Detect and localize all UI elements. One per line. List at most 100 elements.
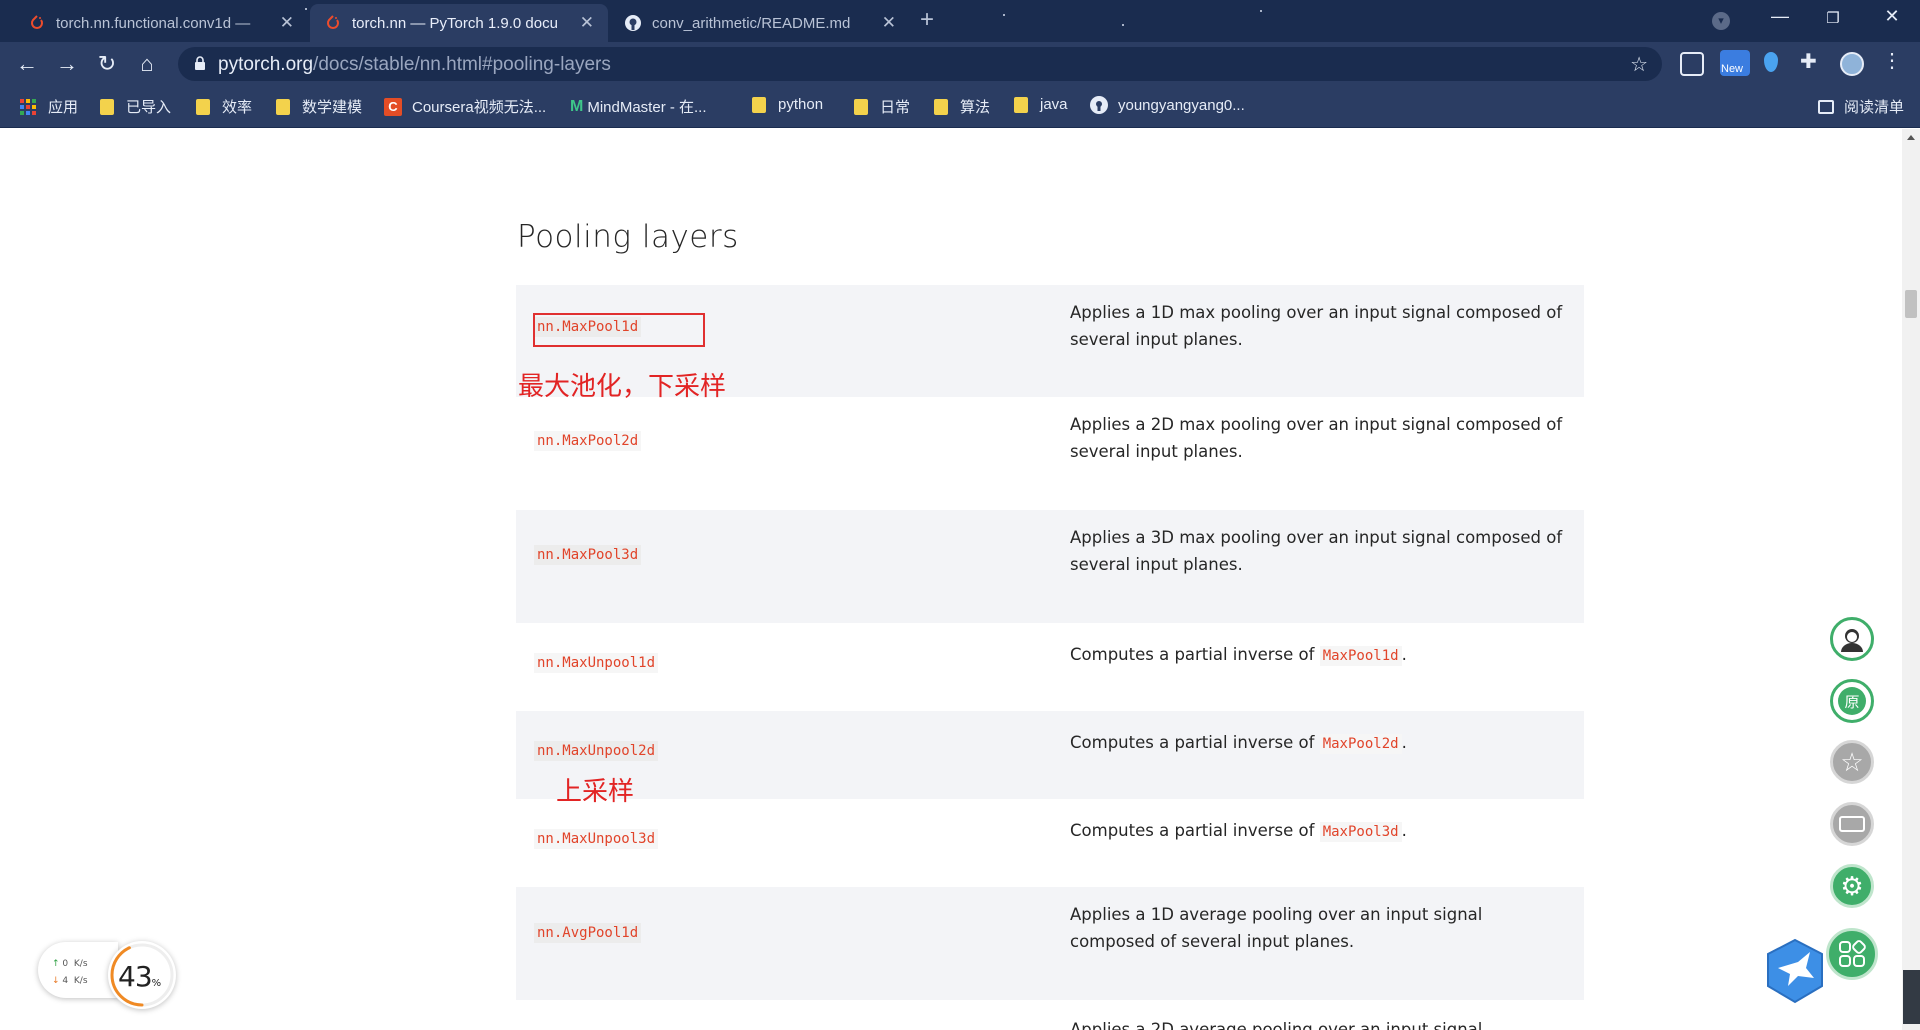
bookmark-label: youngyangyang0... bbox=[1118, 96, 1245, 114]
bookmark-label: 效率 bbox=[222, 99, 253, 116]
original-icon: 原 bbox=[1838, 687, 1866, 715]
folder-icon bbox=[1014, 96, 1028, 113]
settings-button[interactable]: ⚙ bbox=[1830, 864, 1874, 908]
avatar-icon bbox=[1841, 629, 1863, 652]
settings-icon: ⚙ bbox=[1840, 870, 1864, 901]
bookmark-label: 日常 bbox=[880, 99, 911, 116]
bookmark-apps[interactable]: 应用 bbox=[20, 96, 78, 117]
title-bar: torch.nn.functional.conv1d — ✕ torch.nn … bbox=[0, 0, 1920, 42]
scroll-thumb[interactable] bbox=[1905, 290, 1917, 318]
folder-icon bbox=[854, 98, 868, 115]
api-link[interactable]: nn.MaxUnpool3d bbox=[534, 829, 659, 849]
api-ref-link[interactable]: MaxPool3d bbox=[1319, 822, 1402, 842]
bookmark-github[interactable]: youngyangyang0... bbox=[1090, 96, 1245, 114]
profile-avatar[interactable] bbox=[1840, 52, 1864, 76]
table-row: nn.AvgPool1d Applies a 1D average poolin… bbox=[516, 887, 1584, 1000]
incognito-extension-icon[interactable] bbox=[1680, 52, 1704, 76]
tab-torch-nn[interactable]: torch.nn — PyTorch 1.9.0 docu ✕ bbox=[310, 4, 608, 42]
bookmark-label: Coursera视频无法... bbox=[412, 99, 547, 116]
scroll-overlay bbox=[1903, 970, 1920, 1024]
close-icon[interactable]: ✕ bbox=[280, 13, 294, 33]
api-link[interactable]: nn.MaxPool3d bbox=[534, 545, 642, 565]
reading-list-button[interactable]: 阅读清单 bbox=[1817, 96, 1904, 117]
api-link[interactable]: nn.MaxUnpool2d bbox=[534, 741, 659, 761]
memory-gauge[interactable]: 43% bbox=[108, 941, 176, 1009]
back-button[interactable]: ← bbox=[14, 52, 40, 78]
api-ref-link[interactable]: MaxPool2d bbox=[1319, 734, 1402, 754]
bookmarks-bar: 应用 已导入 效率 数学建模 C Coursera视频无法... M MindMas… bbox=[0, 86, 1920, 128]
bookmark-folder[interactable]: 已导入 bbox=[100, 96, 171, 117]
new-extension-icon[interactable]: New bbox=[1720, 50, 1750, 76]
bookmark-folder[interactable]: java bbox=[1014, 96, 1068, 113]
close-icon[interactable]: ✕ bbox=[580, 13, 594, 33]
upload-value: 0 bbox=[62, 959, 69, 969]
close-window-button[interactable]: ✕ bbox=[1872, 6, 1912, 27]
reload-button[interactable]: ↻ bbox=[94, 52, 120, 78]
upload-speed: ↑ 0 K/s bbox=[52, 959, 88, 969]
close-icon[interactable]: ✕ bbox=[882, 13, 896, 33]
apps-icon bbox=[1839, 940, 1866, 967]
highlight-box bbox=[533, 313, 705, 347]
scroll-up-arrow[interactable] bbox=[1907, 135, 1915, 140]
menu-kebab-icon[interactable]: ⋮ bbox=[1880, 48, 1904, 72]
forward-button[interactable]: → bbox=[54, 52, 80, 78]
api-description: Applies a 2D average pooling over an inp… bbox=[1070, 1020, 1483, 1030]
bookmark-star-icon[interactable]: ☆ bbox=[1630, 52, 1648, 77]
tab-conv1d[interactable]: torch.nn.functional.conv1d — ✕ bbox=[14, 4, 308, 42]
api-link[interactable]: nn.AvgPool1d bbox=[534, 923, 642, 943]
home-button[interactable]: ⌂ bbox=[134, 52, 160, 78]
minimize-button[interactable]: — bbox=[1760, 6, 1800, 27]
desc-suffix: . bbox=[1401, 645, 1407, 664]
network-speed-widget[interactable]: ↑ 0 K/s ↓ 4 K/s bbox=[38, 942, 118, 998]
api-ref-link[interactable]: MaxPool1d bbox=[1319, 646, 1402, 666]
droplet-extension-icon[interactable] bbox=[1764, 52, 1778, 72]
download-speed: ↓ 4 K/s bbox=[52, 976, 88, 986]
api-link[interactable]: nn.MaxPool2d bbox=[534, 431, 642, 451]
bird-assistant-icon[interactable] bbox=[1764, 938, 1826, 1004]
new-badge: New bbox=[1721, 63, 1744, 75]
keyboard-button[interactable] bbox=[1830, 802, 1874, 846]
api-description: Computes a partial inverse of MaxPool1d. bbox=[1070, 641, 1570, 670]
annotation-unpool: 上采样 bbox=[556, 777, 635, 807]
bookmark-coursera[interactable]: C Coursera视频无法... bbox=[384, 96, 546, 117]
bookmark-folder[interactable]: 算法 bbox=[934, 96, 990, 117]
table-row: nn.MaxUnpool2d Computes a partial invers… bbox=[516, 711, 1584, 799]
desc-suffix: . bbox=[1401, 821, 1407, 840]
url-path: /docs/stable/nn.html#pooling-layers bbox=[313, 54, 611, 75]
bookmark-label: 已导入 bbox=[126, 99, 172, 116]
folder-icon bbox=[752, 96, 766, 113]
tab-readme[interactable]: conv_arithmetic/README.md ✕ bbox=[610, 4, 910, 42]
user-avatar-button[interactable] bbox=[1830, 617, 1874, 661]
decoration-star bbox=[1122, 24, 1124, 26]
page-scrollbar[interactable] bbox=[1902, 129, 1920, 1030]
bookmark-folder[interactable]: 数学建模 bbox=[276, 96, 362, 117]
speed-unit: K/s bbox=[73, 976, 88, 986]
api-description: Computes a partial inverse of MaxPool2d. bbox=[1070, 729, 1570, 758]
extensions-puzzle-icon[interactable]: ✚ bbox=[1800, 49, 1824, 73]
desc-text: Computes a partial inverse of bbox=[1070, 645, 1315, 664]
folder-icon bbox=[196, 98, 210, 115]
new-tab-button[interactable]: + bbox=[920, 6, 934, 34]
table-row: nn.MaxPool3d Applies a 3D max pooling ov… bbox=[516, 510, 1584, 623]
table-row: nn.MaxPool2d Applies a 2D max pooling ov… bbox=[516, 397, 1584, 510]
lock-icon[interactable] bbox=[194, 56, 206, 70]
tab-search-icon[interactable]: ▾ bbox=[1712, 12, 1730, 30]
address-bar[interactable]: pytorch.org/docs/stable/nn.html#pooling-… bbox=[178, 47, 1662, 81]
pytorch-icon bbox=[28, 14, 46, 32]
apps-button[interactable] bbox=[1826, 928, 1878, 980]
tab-title: torch.nn.functional.conv1d — bbox=[56, 14, 251, 32]
api-description: Applies a 1D max pooling over an input s… bbox=[1070, 303, 1563, 349]
bookmark-folder[interactable]: python bbox=[752, 96, 823, 113]
bookmark-mindmaster[interactable]: M MindMaster - 在... bbox=[570, 96, 707, 117]
original-button[interactable]: 原 bbox=[1830, 679, 1874, 723]
api-description: Applies a 3D max pooling over an input s… bbox=[1070, 528, 1563, 574]
api-link[interactable]: nn.MaxUnpool1d bbox=[534, 653, 659, 673]
favorite-button[interactable]: ☆ bbox=[1830, 740, 1874, 784]
annotation-maxpool: 最大池化，下采样 bbox=[518, 372, 727, 402]
api-description: Computes a partial inverse of MaxPool3d. bbox=[1070, 817, 1570, 846]
bookmark-folder[interactable]: 日常 bbox=[854, 96, 910, 117]
url-text[interactable]: pytorch.org/docs/stable/nn.html#pooling-… bbox=[218, 54, 611, 76]
bookmark-folder[interactable]: 效率 bbox=[196, 96, 252, 117]
decoration-star bbox=[1260, 10, 1262, 12]
restore-button[interactable]: ❐ bbox=[1813, 9, 1853, 27]
